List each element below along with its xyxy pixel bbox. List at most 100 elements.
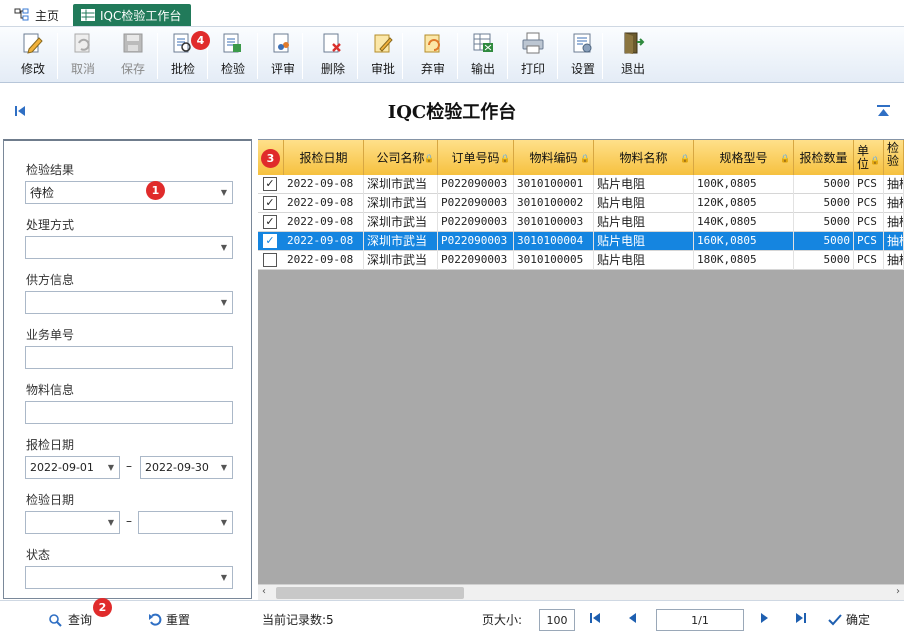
- toolbar-button-unapprove[interactable]: 弃审: [411, 29, 455, 81]
- row-checkbox[interactable]: ✓: [263, 196, 277, 210]
- inspect-date-to[interactable]: ▼: [138, 511, 233, 534]
- cell-spec: 160K,0805: [694, 232, 794, 251]
- material-label: 物料信息: [26, 383, 75, 397]
- cell-qty: 5000: [794, 213, 854, 232]
- table-row[interactable]: ✓ 2022-09-08 深圳市武当 P022090003 3010100001 贴片电阻…: [258, 175, 904, 194]
- inspect-date-from[interactable]: ▼: [25, 511, 120, 534]
- cell-spec: 120K,0805: [694, 194, 794, 213]
- report-date-to-value: 2022-09-30: [145, 461, 209, 474]
- toolbar-separator: [457, 33, 458, 79]
- row-checkbox[interactable]: ✓: [263, 177, 277, 191]
- page-size-input[interactable]: 100: [539, 609, 575, 631]
- toolbar-button-label: 批检: [170, 62, 195, 76]
- toolbar-button-label: 删除: [320, 62, 345, 76]
- chevron-down-icon[interactable]: ▼: [216, 457, 232, 478]
- toolbar-button-label: 弃审: [420, 62, 445, 76]
- toolbar-button-approve[interactable]: 审批: [361, 29, 405, 81]
- toolbar-button-save[interactable]: 保存: [111, 29, 155, 81]
- order-input[interactable]: [25, 346, 233, 369]
- handling-label: 处理方式: [26, 218, 75, 232]
- collapse-top-icon[interactable]: [877, 105, 890, 117]
- table-row[interactable]: ✓ 2022-09-08 深圳市武当 P022090003 3010100002 贴片电阻…: [258, 194, 904, 213]
- toolbar-button-export[interactable]: 输出: [461, 29, 505, 81]
- print-icon: [522, 32, 544, 54]
- cell-method: 抽检: [884, 251, 904, 270]
- tab-home[interactable]: 主页: [6, 4, 67, 26]
- table-row[interactable]: ✓ 2022-09-08 深圳市武当 P022090003 3010100004 贴片电阻…: [258, 232, 904, 251]
- checkmark-icon: [828, 613, 842, 625]
- chevron-down-icon[interactable]: ▼: [103, 512, 119, 533]
- column-header-code[interactable]: 物料编码 🔒: [514, 140, 594, 175]
- toolbar-button-undo[interactable]: 取消: [61, 29, 105, 81]
- cell-order: P022090003: [438, 251, 514, 270]
- toolbar-button-label: 评审: [270, 62, 295, 76]
- chevron-down-icon[interactable]: ▼: [216, 567, 232, 588]
- status-select[interactable]: ▼: [25, 566, 233, 589]
- result-select[interactable]: 待检 ▼: [25, 181, 233, 204]
- chevron-down-icon[interactable]: ▼: [216, 182, 232, 203]
- cell-date: 2022-09-08: [284, 232, 364, 251]
- prev-page-icon[interactable]: [627, 612, 637, 624]
- report-date-from[interactable]: 2022-09-01 ▼: [25, 456, 120, 479]
- column-header-unit[interactable]: 单位 🔒: [854, 140, 884, 175]
- cell-date: 2022-09-08: [284, 175, 364, 194]
- material-input[interactable]: [25, 401, 233, 424]
- column-header-spec[interactable]: 规格型号 🔒: [694, 140, 794, 175]
- cell-unit: PCS: [854, 175, 884, 194]
- reset-label: 重置: [166, 613, 191, 627]
- horizontal-scrollbar[interactable]: ‹ ›: [258, 584, 904, 600]
- confirm-button[interactable]: 确定: [828, 611, 870, 628]
- reset-button[interactable]: 重置: [148, 611, 190, 628]
- toolbar-button-inspect[interactable]: 检验: [211, 29, 255, 81]
- supplier-label: 供方信息: [26, 273, 75, 287]
- row-checkbox[interactable]: ✓: [263, 215, 277, 229]
- chevron-down-icon[interactable]: ▼: [216, 512, 232, 533]
- column-header-date[interactable]: 报检日期: [284, 140, 364, 175]
- first-page-icon[interactable]: [589, 612, 601, 624]
- toolbar-button-exit[interactable]: 退出: [611, 29, 655, 81]
- column-header-qty[interactable]: 报检数量: [794, 140, 854, 175]
- query-button[interactable]: 查询: [48, 611, 92, 628]
- last-page-icon[interactable]: [795, 612, 807, 624]
- grid-icon: [81, 9, 95, 21]
- column-header-order[interactable]: 订单号码 🔒: [438, 140, 514, 175]
- toolbar-button-settings[interactable]: 设置: [561, 29, 605, 81]
- column-header-company[interactable]: 公司名称 🔒: [364, 140, 438, 175]
- toolbar-button-label: 审批: [370, 62, 395, 76]
- page-indicator-input[interactable]: 1/1: [656, 609, 744, 631]
- delete-icon: [323, 33, 341, 53]
- annotation-badge-4: 4: [191, 31, 210, 50]
- search-icon: [49, 613, 62, 627]
- toolbar-button-delete[interactable]: 删除: [311, 29, 355, 81]
- data-grid: 3 报检日期 公司名称 🔒 订单号码 🔒 物料编码 🔒 物料名称 🔒 规格型号 🔒 报检数…: [258, 139, 904, 600]
- table-row[interactable]: 2022-09-08 深圳市武当 P022090003 3010100005 贴片电阻 1…: [258, 251, 904, 270]
- column-header-name[interactable]: 物料名称 🔒: [594, 140, 694, 175]
- edit-icon: [23, 33, 43, 54]
- column-order-label: 订单号码: [451, 151, 500, 165]
- report-date-to[interactable]: 2022-09-30 ▼: [140, 456, 233, 479]
- scroll-right-icon[interactable]: ›: [896, 586, 900, 597]
- toolbar-button-label: 保存: [120, 62, 145, 76]
- column-header-method[interactable]: 检验: [884, 140, 904, 175]
- scroll-left-icon[interactable]: ‹: [262, 586, 266, 597]
- next-page-icon[interactable]: [760, 612, 770, 624]
- cell-code: 3010100004: [514, 232, 594, 251]
- tab-iqc-workbench[interactable]: IQC检验工作台: [73, 4, 192, 26]
- toolbar-button-print[interactable]: 打印: [511, 29, 555, 81]
- review-icon: [273, 33, 289, 53]
- toolbar-button-edit[interactable]: 修改: [11, 29, 55, 81]
- scrollbar-thumb[interactable]: [276, 587, 464, 599]
- chevron-down-icon[interactable]: ▼: [216, 292, 232, 313]
- row-checkbox[interactable]: ✓: [263, 234, 277, 248]
- supplier-select[interactable]: ▼: [25, 291, 233, 314]
- cell-method: 抽检: [884, 213, 904, 232]
- cell-date: 2022-09-08: [284, 194, 364, 213]
- table-row[interactable]: ✓ 2022-09-08 深圳市武当 P022090003 3010100003 贴片电阻…: [258, 213, 904, 232]
- toolbar-button-label: 取消: [70, 62, 95, 76]
- row-checkbox[interactable]: [263, 253, 277, 267]
- toolbar-button-label: 打印: [520, 62, 545, 76]
- handling-select[interactable]: ▼: [25, 236, 233, 259]
- chevron-down-icon[interactable]: ▼: [103, 457, 119, 478]
- chevron-down-icon[interactable]: ▼: [216, 237, 232, 258]
- toolbar-button-review[interactable]: 评审: [261, 29, 305, 81]
